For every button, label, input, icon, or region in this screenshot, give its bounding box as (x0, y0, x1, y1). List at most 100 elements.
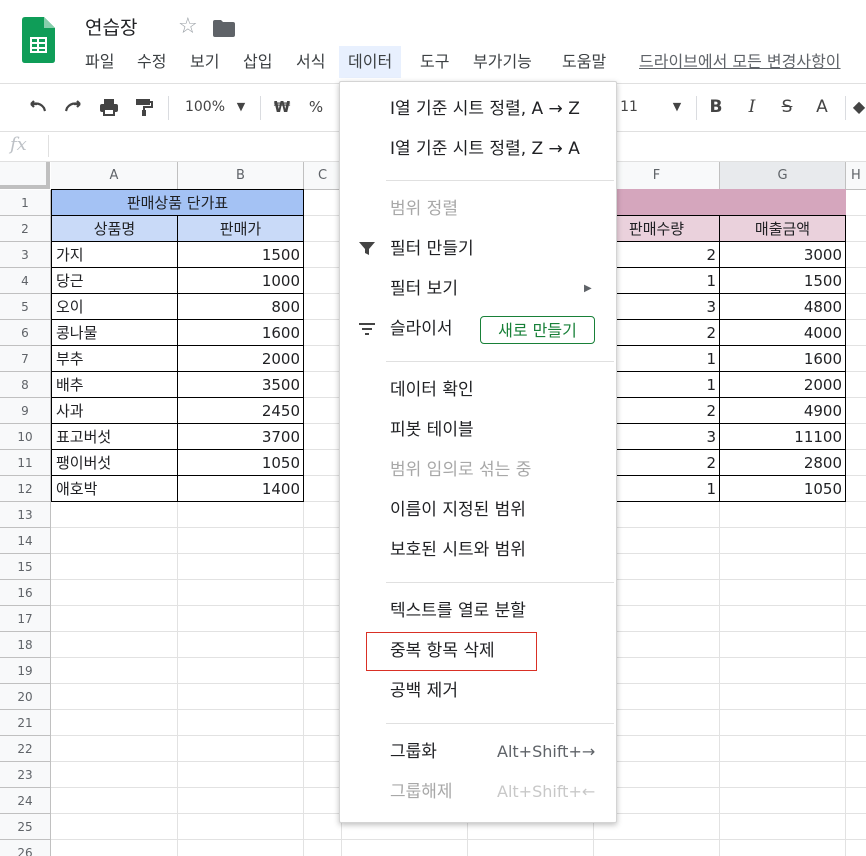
sales-amount-cell[interactable]: 2000 (719, 371, 846, 398)
sales-amount-cell[interactable]: 11100 (719, 423, 846, 450)
price-cell[interactable]: 1050 (177, 449, 304, 476)
price-cell[interactable]: 2450 (177, 397, 304, 424)
row-header[interactable]: 11 (0, 450, 51, 476)
zoom-dropdown-icon[interactable]: ▼ (234, 94, 248, 120)
menu-addons[interactable]: 부가기능 (471, 46, 534, 78)
row-header[interactable]: 17 (0, 606, 51, 632)
column-header-a[interactable]: A (51, 162, 178, 190)
menu-data[interactable]: 데이터 (339, 46, 402, 78)
fill-color-icon[interactable]: ◆ (852, 94, 866, 120)
sales-amount-cell[interactable]: 1500 (719, 267, 846, 294)
row-header[interactable]: 14 (0, 528, 51, 554)
protected-sheets-item[interactable]: 보호된 시트와 범위 (340, 532, 616, 568)
row-header[interactable]: 12 (0, 476, 51, 502)
product-name-cell[interactable]: 애호박 (51, 475, 178, 502)
split-text-item[interactable]: 텍스트를 열로 분할 (340, 593, 616, 629)
product-name-cell[interactable]: 오이 (51, 293, 178, 320)
create-filter-item[interactable]: 필터 만들기 (340, 231, 616, 267)
row-header[interactable]: 16 (0, 580, 51, 606)
menu-file[interactable]: 파일 (83, 46, 116, 78)
row-header[interactable]: 18 (0, 632, 51, 658)
row-header[interactable]: 6 (0, 320, 51, 346)
pivot-table-item[interactable]: 피봇 테이블 (340, 412, 616, 448)
table2-header-cell[interactable]: 매출금액 (719, 215, 846, 242)
row-header[interactable]: 22 (0, 736, 51, 762)
table2-title-cell[interactable]: 역 (594, 189, 846, 216)
sort-sheet-z-to-a[interactable]: I열 기준 시트 정렬, Z → A (340, 131, 616, 167)
row-header[interactable]: 23 (0, 762, 51, 788)
row-header[interactable]: 3 (0, 242, 51, 268)
select-all-corner[interactable] (0, 162, 50, 189)
price-cell[interactable]: 800 (177, 293, 304, 320)
folder-icon[interactable] (213, 20, 235, 37)
row-header[interactable]: 1 (0, 190, 51, 216)
sales-amount-cell[interactable]: 1050 (719, 475, 846, 502)
last-edit-link[interactable]: 드라이브에서 모든 변경사항이 (639, 46, 866, 78)
menu-format[interactable]: 서식 (294, 46, 327, 78)
data-validation-item[interactable]: 데이터 확인 (340, 372, 616, 408)
row-header[interactable]: 25 (0, 814, 51, 840)
row-header[interactable]: 5 (0, 294, 51, 320)
row-header[interactable]: 24 (0, 788, 51, 814)
sales-amount-cell[interactable]: 4900 (719, 397, 846, 424)
named-ranges-item[interactable]: 이름이 지정된 범위 (340, 492, 616, 528)
column-header-b[interactable]: B (178, 162, 304, 190)
trim-whitespace-item[interactable]: 공백 제거 (340, 673, 616, 709)
row-header[interactable]: 19 (0, 658, 51, 684)
product-name-cell[interactable]: 부추 (51, 345, 178, 372)
sales-amount-cell[interactable]: 1600 (719, 345, 846, 372)
table1-header-cell[interactable]: 판매가 (177, 215, 304, 242)
menu-tools[interactable]: 도구 (418, 46, 451, 78)
sales-amount-cell[interactable]: 4000 (719, 319, 846, 346)
price-cell[interactable]: 3700 (177, 423, 304, 450)
price-cell[interactable]: 1400 (177, 475, 304, 502)
sales-amount-cell[interactable]: 2800 (719, 449, 846, 476)
currency-format-button[interactable]: ₩ (272, 94, 292, 120)
row-header[interactable]: 4 (0, 268, 51, 294)
zoom-select[interactable]: 100% (180, 94, 230, 120)
menu-view[interactable]: 보기 (188, 46, 221, 78)
price-cell[interactable]: 2000 (177, 345, 304, 372)
column-header-c[interactable]: C (304, 162, 342, 190)
star-icon[interactable]: ☆ (178, 14, 198, 40)
sales-amount-cell[interactable]: 4800 (719, 293, 846, 320)
table1-title-cell[interactable]: 판매상품 단가표 (51, 189, 304, 216)
menu-insert[interactable]: 삽입 (241, 46, 274, 78)
table1-header-cell[interactable]: 상품명 (51, 215, 178, 242)
text-color-icon[interactable]: A (812, 94, 832, 120)
price-cell[interactable]: 1000 (177, 267, 304, 294)
new-slicer-button[interactable]: 새로 만들기 (480, 316, 595, 344)
group-item[interactable]: 그룹화 Alt+Shift+→ (340, 734, 616, 770)
italic-icon[interactable]: I (742, 94, 762, 120)
strikethrough-icon[interactable]: S (777, 94, 797, 120)
product-name-cell[interactable]: 당근 (51, 267, 178, 294)
column-header-h[interactable]: H (846, 162, 866, 190)
bold-icon[interactable]: B (706, 94, 726, 120)
product-name-cell[interactable]: 팽이버섯 (51, 449, 178, 476)
product-name-cell[interactable]: 표고버섯 (51, 423, 178, 450)
product-name-cell[interactable]: 사과 (51, 397, 178, 424)
percent-format-button[interactable]: % (306, 94, 326, 120)
price-cell[interactable]: 1600 (177, 319, 304, 346)
row-header[interactable]: 10 (0, 424, 51, 450)
filter-views-item[interactable]: 필터 보기 ▶ (340, 271, 616, 307)
print-icon[interactable] (97, 94, 121, 120)
row-header[interactable]: 26 (0, 840, 51, 856)
menu-help[interactable]: 도움말 (560, 46, 608, 78)
product-name-cell[interactable]: 가지 (51, 241, 178, 268)
product-name-cell[interactable]: 콩나물 (51, 319, 178, 346)
row-header[interactable]: 9 (0, 398, 51, 424)
row-header[interactable]: 7 (0, 346, 51, 372)
row-header[interactable]: 20 (0, 684, 51, 710)
sheets-logo-icon[interactable] (22, 17, 55, 63)
document-title[interactable]: 연습장 (85, 13, 137, 40)
font-size-dropdown-icon[interactable]: ▼ (670, 94, 684, 120)
price-cell[interactable]: 3500 (177, 371, 304, 398)
paint-format-icon[interactable] (132, 94, 156, 120)
menu-edit[interactable]: 수정 (135, 46, 168, 78)
row-header[interactable]: 15 (0, 554, 51, 580)
font-size-select[interactable]: 11 (616, 94, 642, 120)
product-name-cell[interactable]: 배추 (51, 371, 178, 398)
row-header[interactable]: 13 (0, 502, 51, 528)
sort-sheet-a-to-z[interactable]: I열 기준 시트 정렬, A → Z (340, 91, 616, 127)
